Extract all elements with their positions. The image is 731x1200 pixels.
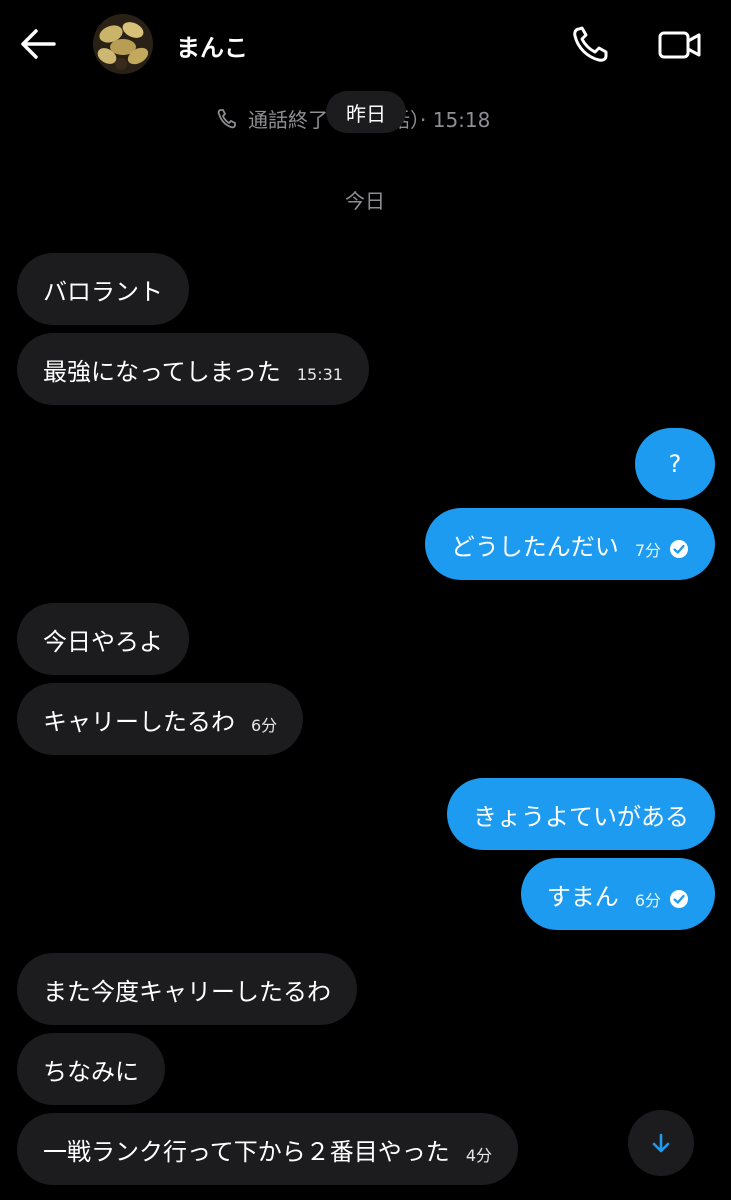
message-bubble-incoming[interactable]: 最強になってしまった 15:31	[17, 333, 369, 405]
message-text: すまん	[546, 882, 619, 911]
date-pill: 昨日	[326, 91, 406, 133]
message-bubble-incoming[interactable]: また今度キャリーしたるわ	[17, 953, 357, 1025]
message-bubble-outgoing[interactable]: すまん 6分	[520, 858, 715, 930]
read-check-icon	[670, 540, 688, 558]
message-time: 6分	[251, 716, 278, 735]
message-bubble-incoming[interactable]: バロラント	[17, 253, 189, 325]
arrow-left-icon[interactable]	[18, 26, 58, 62]
message-text: バロラント	[43, 277, 163, 306]
message-time: 4分	[465, 1146, 492, 1165]
message-bubble-incoming[interactable]: キャリーしたるわ 6分	[17, 683, 304, 755]
avatar[interactable]	[93, 14, 153, 74]
message-bubble-outgoing[interactable]: きょうよていがある	[447, 778, 715, 850]
message-bubble-outgoing[interactable]: どうしたんだい 7分	[424, 508, 715, 580]
message-text: キャリーしたるわ	[43, 707, 235, 736]
message-bubble-incoming[interactable]: 一戦ランク行って下から２番目やった 4分	[17, 1113, 518, 1185]
message-bubble-incoming[interactable]: 今日やろよ	[17, 603, 189, 675]
video-camera-icon[interactable]	[657, 26, 703, 64]
message-bubble-incoming[interactable]: ちなみに	[17, 1033, 165, 1105]
phone-icon	[217, 108, 236, 128]
message-text: 一戦ランク行って下から２番目やった	[43, 1137, 450, 1166]
contact-name[interactable]: まんこ	[176, 28, 248, 63]
message-time: 6分	[634, 891, 661, 910]
call-log-text-left: 通話終了	[248, 108, 328, 132]
message-bubble-outgoing[interactable]: ?	[635, 428, 715, 500]
phone-icon[interactable]	[569, 24, 613, 64]
arrow-down-icon	[652, 1133, 670, 1153]
message-time: 7分	[634, 541, 661, 560]
message-text: 最強になってしまった	[43, 357, 281, 386]
message-text: また今度キャリーしたるわ	[43, 977, 331, 1006]
message-time: 15:31	[296, 364, 343, 384]
scroll-to-bottom-button[interactable]	[628, 1110, 694, 1176]
message-text: ?	[668, 450, 682, 478]
message-text: ちなみに	[43, 1057, 139, 1086]
message-text: きょうよていがある	[473, 802, 689, 831]
message-text: 今日やろよ	[43, 627, 163, 656]
date-separator: 今日	[345, 189, 385, 213]
chat-header: まんこ	[0, 0, 731, 90]
message-text: どうしたんだい	[450, 532, 619, 561]
read-check-icon	[670, 890, 688, 908]
